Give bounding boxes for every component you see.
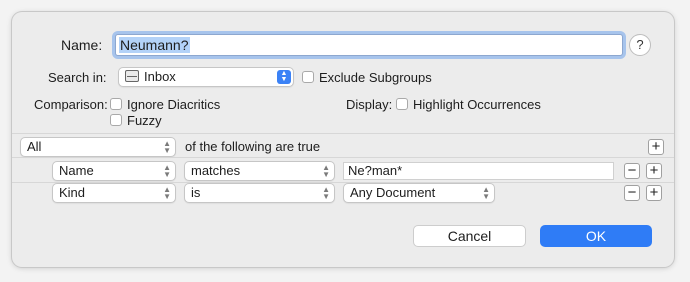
- search-in-value: Inbox: [144, 69, 176, 84]
- criterion-operator-popup[interactable]: matches ▲ ▼: [184, 161, 335, 181]
- cancel-button[interactable]: Cancel: [413, 225, 526, 247]
- inbox-icon: [125, 70, 139, 82]
- quantifier-suffix: of the following are true: [185, 139, 321, 154]
- popup-arrows-icon: ▲ ▼: [482, 185, 490, 201]
- remove-criterion-button[interactable]: −: [624, 185, 640, 201]
- criterion-operator-popup[interactable]: is ▲ ▼: [184, 183, 335, 203]
- divider: [12, 157, 674, 158]
- search-in-label: Search in:: [48, 70, 107, 85]
- criterion-field-value: Kind: [59, 185, 86, 200]
- add-criterion-button[interactable]: +: [648, 139, 664, 155]
- criterion-field-value: Name: [59, 163, 94, 178]
- quantifier-value: All: [27, 139, 42, 154]
- criterion-field-popup[interactable]: Name ▲ ▼: [52, 161, 176, 181]
- divider: [12, 133, 674, 134]
- search-dialog: Name: Neumann? ? Search in: Inbox ▲ ▼ Exc…: [12, 12, 674, 267]
- ok-button[interactable]: OK: [540, 225, 652, 247]
- name-field[interactable]: Neumann?: [115, 34, 623, 56]
- highlight-occurrences-checkbox[interactable]: [396, 98, 408, 110]
- add-criterion-button[interactable]: +: [646, 163, 662, 179]
- criterion-operator-value: is: [191, 185, 201, 200]
- criterion-value-popup-value: Any Document: [350, 185, 436, 200]
- criterion-field-popup[interactable]: Kind ▲ ▼: [52, 183, 176, 203]
- popup-arrows-icon: ▲ ▼: [322, 185, 330, 201]
- popup-arrows-icon: ▲ ▼: [163, 139, 171, 155]
- criterion-value-popup[interactable]: Any Document ▲ ▼: [343, 183, 495, 203]
- popup-arrows-icon: ▲ ▼: [163, 185, 171, 201]
- exclude-subgroups-checkbox[interactable]: [302, 71, 314, 83]
- popup-arrows-icon: ▲ ▼: [163, 163, 171, 179]
- ignore-diacritics-label: Ignore Diacritics: [127, 97, 221, 112]
- highlight-occurrences-label: Highlight Occurrences: [413, 97, 541, 112]
- criterion-operator-value: matches: [191, 163, 241, 178]
- remove-criterion-button[interactable]: −: [624, 163, 640, 179]
- name-label: Name:: [61, 37, 103, 53]
- ignore-diacritics-checkbox[interactable]: [110, 98, 122, 110]
- exclude-subgroups-label: Exclude Subgroups: [319, 70, 432, 85]
- popup-arrows-icon: ▲ ▼: [277, 70, 291, 84]
- display-label: Display:: [346, 97, 393, 112]
- help-button[interactable]: ?: [629, 34, 651, 56]
- criterion-value-field[interactable]: Ne?man*: [343, 162, 614, 180]
- quantifier-popup[interactable]: All ▲ ▼: [20, 137, 176, 157]
- fuzzy-checkbox[interactable]: [110, 114, 122, 126]
- popup-arrows-icon: ▲ ▼: [322, 163, 330, 179]
- add-criterion-button[interactable]: +: [646, 185, 662, 201]
- fuzzy-label: Fuzzy: [127, 113, 162, 128]
- comparison-label: Comparison:: [34, 97, 108, 112]
- search-in-popup[interactable]: Inbox ▲ ▼: [118, 67, 294, 87]
- name-field-value: Neumann?: [119, 37, 190, 53]
